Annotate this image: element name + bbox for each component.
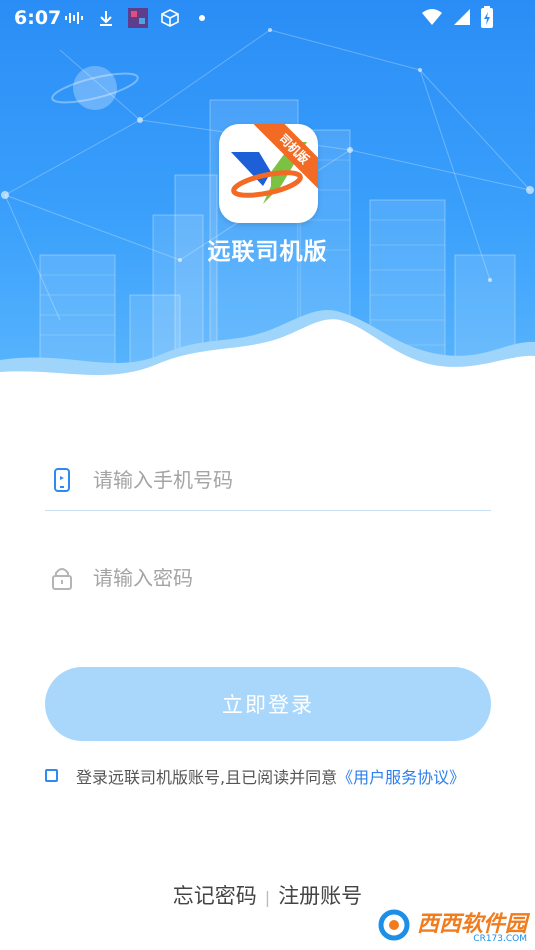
app-thumbnail-icon	[128, 8, 148, 28]
download-icon	[96, 8, 116, 28]
agreement-text-block: 登录远联司机版账号,且已阅读并同意《用户服务协议》	[76, 764, 491, 791]
watermark: 西西软件园 CR173.COM	[377, 906, 527, 944]
password-field	[45, 548, 491, 608]
agreement-text: 登录远联司机版账号,且已阅读并同意	[76, 768, 338, 787]
app-logo: 司机版	[219, 124, 318, 223]
forgot-password-link[interactable]: 忘记密码	[173, 884, 257, 908]
status-bar: 6:07	[0, 0, 535, 36]
status-time: 6:07	[14, 7, 62, 29]
agreement-row: 登录远联司机版账号,且已阅读并同意《用户服务协议》	[45, 764, 491, 791]
agreement-checkbox[interactable]	[45, 769, 58, 782]
battery-icon	[481, 6, 493, 32]
phone-field	[45, 450, 491, 511]
status-notification-icons	[64, 8, 212, 28]
wifi-icon	[421, 8, 443, 30]
cube-icon	[160, 8, 180, 28]
watermark-logo-icon	[378, 909, 410, 941]
login-button[interactable]: 立即登录	[45, 667, 491, 741]
audio-wave-icon	[64, 8, 84, 28]
lock-icon	[51, 565, 73, 591]
user-agreement-link[interactable]: 《用户服务协议》	[337, 768, 465, 787]
password-input[interactable]	[91, 565, 455, 591]
status-system-icons	[421, 6, 493, 32]
signal-icon	[453, 8, 471, 30]
dot-icon	[192, 8, 212, 28]
footer-separator: |	[264, 888, 271, 907]
register-link[interactable]: 注册账号	[278, 884, 362, 908]
phone-input[interactable]	[91, 467, 455, 493]
app-title: 远联司机版	[207, 239, 328, 265]
phone-icon	[51, 467, 73, 493]
